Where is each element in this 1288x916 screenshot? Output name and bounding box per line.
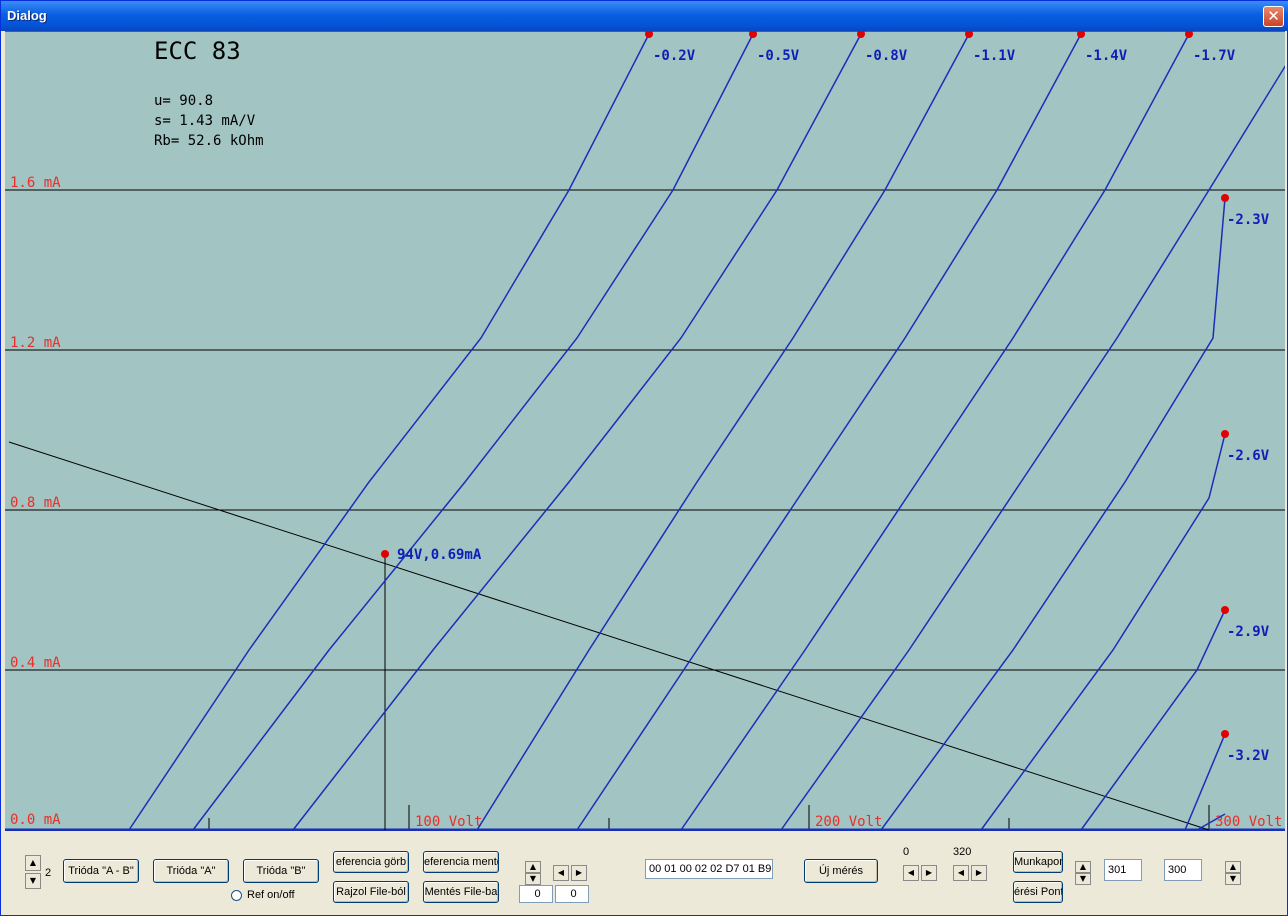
x-tick-label: 300 Volt bbox=[1215, 814, 1282, 830]
trioda-a-button[interactable]: Trióda "A" bbox=[153, 859, 229, 883]
curve-end-marker bbox=[1221, 430, 1229, 438]
right-arrow-icon[interactable]: ▶ bbox=[971, 865, 987, 881]
y-tick-label: 0.8 mA bbox=[10, 495, 61, 511]
control-panel: ▲ ▼ 2 Trióda "A - B" Trióda "A" Trióda "… bbox=[5, 833, 1285, 913]
close-button[interactable]: ✕ bbox=[1263, 6, 1284, 27]
curve-label: -1.1V bbox=[973, 48, 1016, 64]
curve-line bbox=[128, 33, 650, 831]
tube-param: Rb= 52.6 kOhm bbox=[154, 133, 264, 149]
curve-line bbox=[476, 33, 970, 831]
curve-label: -0.2V bbox=[653, 48, 696, 64]
curve-label: -0.5V bbox=[757, 48, 800, 64]
curve-end-marker bbox=[1221, 730, 1229, 738]
curve-end-marker bbox=[1221, 194, 1229, 202]
curve-label: -0.8V bbox=[865, 48, 908, 64]
tube-name: ECC 83 bbox=[154, 37, 241, 65]
field-b[interactable]: 0 bbox=[555, 885, 589, 903]
x-tick-label: 200 Volt bbox=[815, 814, 882, 830]
curve-line bbox=[980, 433, 1226, 831]
spin-up-icon[interactable]: ▲ bbox=[525, 861, 541, 873]
spin-down-icon[interactable]: ▼ bbox=[1225, 873, 1241, 885]
tube-param: s= 1.43 mA/V bbox=[154, 113, 256, 129]
curve-end-marker bbox=[857, 31, 865, 38]
curve-end-marker bbox=[749, 31, 757, 38]
curve-end-marker bbox=[1221, 606, 1229, 614]
window-title: Dialog bbox=[7, 8, 47, 23]
uj-meres-button[interactable]: Új mérés bbox=[804, 859, 878, 883]
left-arrow-icon[interactable]: ◀ bbox=[553, 865, 569, 881]
curve-label: -2.6V bbox=[1227, 448, 1270, 464]
referencia-mentes-button[interactable]: eferencia mente bbox=[423, 851, 499, 873]
spin-down-icon[interactable]: ▼ bbox=[25, 873, 41, 889]
curve-label: -2.3V bbox=[1227, 212, 1270, 228]
spin-value: 2 bbox=[45, 867, 52, 879]
curve-end-marker bbox=[965, 31, 973, 38]
rajzol-file-button[interactable]: Rajzol File-ból bbox=[333, 881, 409, 903]
curve-end-marker bbox=[1185, 31, 1193, 38]
left-arrow-icon[interactable]: ◀ bbox=[953, 865, 969, 881]
curve-label: -1.7V bbox=[1193, 48, 1236, 64]
curve-label: -1.4V bbox=[1085, 48, 1128, 64]
tube-param: u= 90.8 bbox=[154, 93, 213, 109]
curve-label: -2.9V bbox=[1227, 624, 1270, 640]
right-arrow-icon[interactable]: ▶ bbox=[921, 865, 937, 881]
curve-line bbox=[680, 33, 1190, 831]
ref-radio-label: Ref on/off bbox=[247, 889, 295, 901]
y-tick-label: 0.4 mA bbox=[10, 655, 61, 671]
spin-up-icon[interactable]: ▲ bbox=[1225, 861, 1241, 873]
x-tick-label: 100 Volt bbox=[415, 814, 482, 830]
load-line bbox=[8, 441, 1210, 831]
y-tick-label: 1.2 mA bbox=[10, 335, 61, 351]
title-bar[interactable]: Dialog ✕ bbox=[1, 1, 1288, 31]
mentes-file-button[interactable]: Mentés File-ba bbox=[423, 881, 499, 903]
field-300[interactable]: 300 bbox=[1164, 859, 1202, 881]
ref-radio[interactable] bbox=[231, 890, 242, 901]
curve-end-marker bbox=[645, 31, 653, 38]
spin-up-icon[interactable]: ▲ bbox=[25, 855, 41, 871]
trioda-b-button[interactable]: Trióda "B" bbox=[243, 859, 319, 883]
hex-data-field[interactable]: 00 01 00 02 02 D7 01 B9 bbox=[645, 859, 773, 879]
curve-line bbox=[292, 33, 862, 831]
curve-line bbox=[1080, 609, 1226, 831]
curve-line bbox=[780, 65, 1285, 831]
spin-down-icon[interactable]: ▼ bbox=[1075, 873, 1091, 885]
curve-line bbox=[576, 33, 1082, 831]
range-max-label: 320 bbox=[953, 846, 972, 858]
curve-line bbox=[192, 33, 754, 831]
trioda-ab-button[interactable]: Trióda "A - B" bbox=[63, 859, 139, 883]
spin-down-icon[interactable]: ▼ bbox=[525, 873, 541, 885]
field-a[interactable]: 0 bbox=[519, 885, 553, 903]
plot-svg: 0.0 mA 0.4 mA 0.8 mA 1.2 mA 1.6 mA 100 Volt 20… bbox=[5, 31, 1285, 831]
characteristic-plot: 0.0 mA 0.4 mA 0.8 mA 1.2 mA 1.6 mA 100 Volt 20… bbox=[5, 31, 1285, 831]
referencia-gorbe-button[interactable]: eferencia görb bbox=[333, 851, 409, 873]
munkapont-button[interactable]: Munkapon bbox=[1013, 851, 1063, 873]
field-301[interactable]: 301 bbox=[1104, 859, 1142, 881]
y-tick-label: 0.0 mA bbox=[10, 812, 61, 828]
meresi-pont-button[interactable]: érési Pont bbox=[1013, 881, 1063, 903]
y-tick-label: 1.6 mA bbox=[10, 175, 61, 191]
right-arrow-icon[interactable]: ▶ bbox=[571, 865, 587, 881]
range-min-label: 0 bbox=[903, 846, 910, 858]
curve-label: -3.2V bbox=[1227, 748, 1270, 764]
spin-up-icon[interactable]: ▲ bbox=[1075, 861, 1091, 873]
operating-point-marker bbox=[381, 550, 389, 558]
curve-end-marker bbox=[1077, 31, 1085, 38]
operating-point-label: 94V,0.69mA bbox=[397, 547, 482, 563]
dialog-window: Dialog ✕ 0.0 mA 0.4 mA 0.8 mA 1.2 mA 1.6 mA 1… bbox=[0, 0, 1288, 916]
left-arrow-icon[interactable]: ◀ bbox=[903, 865, 919, 881]
